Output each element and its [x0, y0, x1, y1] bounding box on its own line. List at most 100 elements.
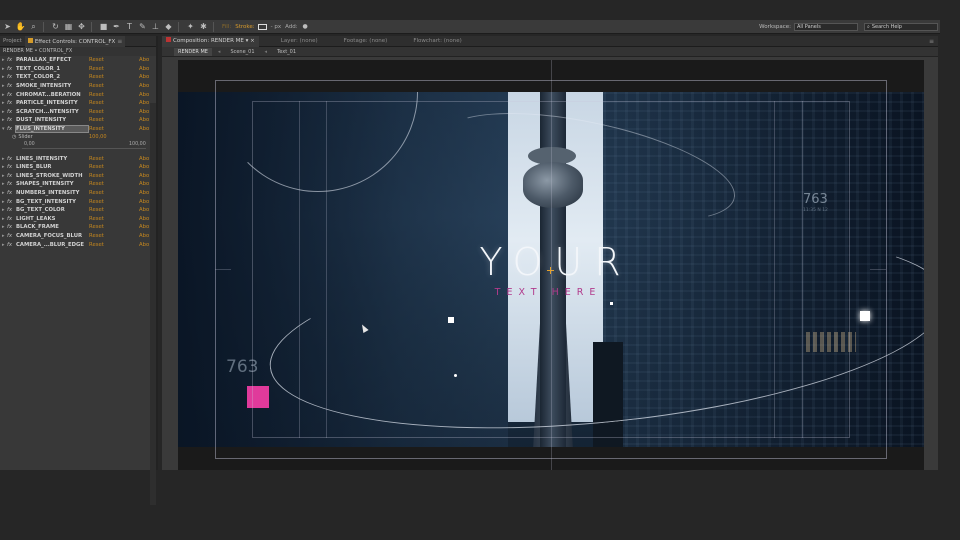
brush-tool-icon[interactable]: ✎ [137, 21, 148, 32]
about-link[interactable]: Abo [139, 57, 149, 63]
reset-link[interactable]: Reset [89, 199, 104, 205]
about-link[interactable]: Abo [139, 242, 149, 248]
fx-toggle-icon[interactable]: fx [7, 109, 16, 115]
zoom-tool-icon[interactable]: ⌕ [28, 21, 39, 32]
pen-tool-icon[interactable]: ✒ [111, 21, 122, 32]
about-link[interactable]: Abo [139, 199, 149, 205]
slider-track[interactable] [22, 148, 146, 150]
reset-link[interactable]: Reset [89, 216, 104, 222]
effect-row[interactable]: ▸ fx DUST_INTENSITY Reset Abo [0, 116, 156, 125]
effect-row[interactable]: ▸ fx LINES_BLUR Reset Abo [0, 163, 156, 172]
effect-row[interactable]: ▸ fx BLACK_FRAME Reset Abo [0, 223, 156, 232]
fx-toggle-icon[interactable]: fx [7, 199, 16, 205]
tab-layer[interactable]: Layer: (none) [277, 36, 322, 47]
effect-row[interactable]: ▸ fx LIGHT_LEAKS Reset Abo [0, 215, 156, 224]
fx-toggle-icon[interactable]: fx [7, 92, 16, 98]
fx-toggle-icon[interactable]: fx [7, 83, 16, 89]
reset-link[interactable]: Reset [89, 66, 104, 72]
about-link[interactable]: Abo [139, 109, 149, 115]
tab-dropdown-icon[interactable]: ▾ [246, 38, 249, 44]
roto-brush-tool-icon[interactable]: ✦ [185, 21, 196, 32]
breadcrumb-render-me[interactable]: RENDER ME [174, 47, 212, 56]
effect-row[interactable]: ▾ fx FLUS_INTENSITY Reset Abo [0, 125, 156, 134]
workspace-select[interactable]: All Panels [794, 22, 858, 31]
reset-link[interactable]: Reset [89, 190, 104, 196]
effect-name[interactable]: DUST_INTENSITY [16, 117, 88, 123]
fx-toggle-icon[interactable]: fx [7, 224, 16, 230]
lock-icon[interactable] [27, 38, 33, 43]
fx-toggle-icon[interactable]: fx [7, 242, 16, 248]
reset-link[interactable]: Reset [89, 224, 104, 230]
effect-row[interactable]: ▸ fx NUMBERS_INTENSITY Reset Abo [0, 189, 156, 198]
fx-toggle-icon[interactable]: fx [7, 181, 16, 187]
composition-viewer[interactable]: 763 11:35 N 12 763 YOUR TEXT HERE [178, 60, 924, 470]
fx-toggle-icon[interactable]: fx [7, 100, 16, 106]
about-link[interactable]: Abo [139, 66, 149, 72]
effect-name[interactable]: LINES_INTENSITY [16, 156, 88, 162]
effect-row[interactable]: ▸ fx SHAPES_INTENSITY Reset Abo [0, 180, 156, 189]
fx-toggle-icon[interactable]: fx [7, 207, 16, 213]
reset-link[interactable]: Reset [89, 74, 104, 80]
effect-name[interactable]: SHAPES_INTENSITY [16, 181, 88, 187]
effect-row[interactable]: ▸ fx CAMERA_FOCUS_BLUR Reset Abo [0, 232, 156, 241]
reset-link[interactable]: Reset [89, 117, 104, 123]
effect-name[interactable]: CHROMAT...BERATION [16, 92, 88, 98]
about-link[interactable]: Abo [139, 190, 149, 196]
about-link[interactable]: Abo [139, 83, 149, 89]
panel-scrollbar[interactable] [150, 103, 156, 505]
tab-composition[interactable]: Composition: RENDER ME ▾ × [162, 35, 259, 47]
effect-row[interactable]: ▸ fx LINES_STROKE_WIDTH Reset Abo [0, 172, 156, 181]
about-link[interactable]: Abo [139, 156, 149, 162]
about-link[interactable]: Abo [139, 164, 149, 170]
camera-tool-icon[interactable]: ▦ [63, 21, 74, 32]
clone-stamp-tool-icon[interactable]: ⊥ [150, 21, 161, 32]
effect-row[interactable]: ▸ fx CHROMAT...BERATION Reset Abo [0, 90, 156, 99]
about-link[interactable]: Abo [139, 216, 149, 222]
breadcrumb-text-01[interactable]: Text_01 [273, 48, 300, 56]
fx-toggle-icon[interactable]: fx [7, 66, 16, 72]
effect-name[interactable]: BG_TEXT_COLOR [16, 207, 88, 213]
effect-name[interactable]: CAMERA_FOCUS_BLUR [16, 233, 88, 239]
about-link[interactable]: Abo [139, 233, 149, 239]
reset-link[interactable]: Reset [89, 83, 104, 89]
reset-link[interactable]: Reset [89, 164, 104, 170]
effect-row[interactable]: ▸ fx BG_TEXT_INTENSITY Reset Abo [0, 197, 156, 206]
type-tool-icon[interactable]: T [124, 21, 135, 32]
about-link[interactable]: Abo [139, 92, 149, 98]
about-link[interactable]: Abo [139, 173, 149, 179]
reset-link[interactable]: Reset [89, 57, 104, 63]
reset-link[interactable]: Reset [89, 207, 104, 213]
effect-name[interactable]: FLUS_INTENSITY [15, 125, 89, 134]
effect-name[interactable]: PARALLAX_EFFECT [16, 57, 88, 63]
fx-toggle-icon[interactable]: fx [7, 117, 16, 123]
slider-range[interactable]: 0,00 100,00 [0, 141, 156, 150]
reset-link[interactable]: Reset [89, 173, 104, 179]
tab-footage[interactable]: Footage: (none) [340, 36, 392, 47]
effect-name[interactable]: TEXT_COLOR_1 [16, 66, 88, 72]
about-link[interactable]: Abo [139, 117, 149, 123]
reset-link[interactable]: Reset [89, 109, 104, 115]
effect-name[interactable]: SCRATCH...NTENSITY [16, 109, 88, 115]
fx-toggle-icon[interactable]: fx [7, 74, 16, 80]
breadcrumb-scene-01[interactable]: Scene_01 [226, 48, 258, 56]
reset-link[interactable]: Reset [89, 233, 104, 239]
fx-toggle-icon[interactable]: fx [7, 233, 16, 239]
pan-behind-tool-icon[interactable]: ✥ [76, 21, 87, 32]
effect-name[interactable]: LIGHT_LEAKS [16, 216, 88, 222]
about-link[interactable]: Abo [139, 100, 149, 106]
effect-row[interactable]: ▸ fx PARALLAX_EFFECT Reset Abo [0, 56, 156, 65]
selection-tool-icon[interactable]: ➤ [2, 21, 13, 32]
fx-toggle-icon[interactable]: fx [7, 164, 16, 170]
tab-flowchart[interactable]: Flowchart: (none) [409, 36, 465, 47]
about-link[interactable]: Abo [139, 224, 149, 230]
effect-name[interactable]: LINES_BLUR [16, 164, 88, 170]
fx-toggle-icon[interactable]: fx [7, 216, 16, 222]
about-link[interactable]: Abo [139, 74, 149, 80]
effect-row[interactable]: ▸ fx LINES_INTENSITY Reset Abo [0, 154, 156, 163]
lock-icon[interactable] [166, 37, 171, 42]
effect-name[interactable]: LINES_STROKE_WIDTH [16, 173, 88, 179]
about-link[interactable]: Abo [139, 207, 149, 213]
effect-name[interactable]: NUMBERS_INTENSITY [16, 190, 88, 196]
effect-row[interactable]: ▸ fx TEXT_COLOR_2 Reset Abo [0, 73, 156, 82]
reset-link[interactable]: Reset [89, 92, 104, 98]
